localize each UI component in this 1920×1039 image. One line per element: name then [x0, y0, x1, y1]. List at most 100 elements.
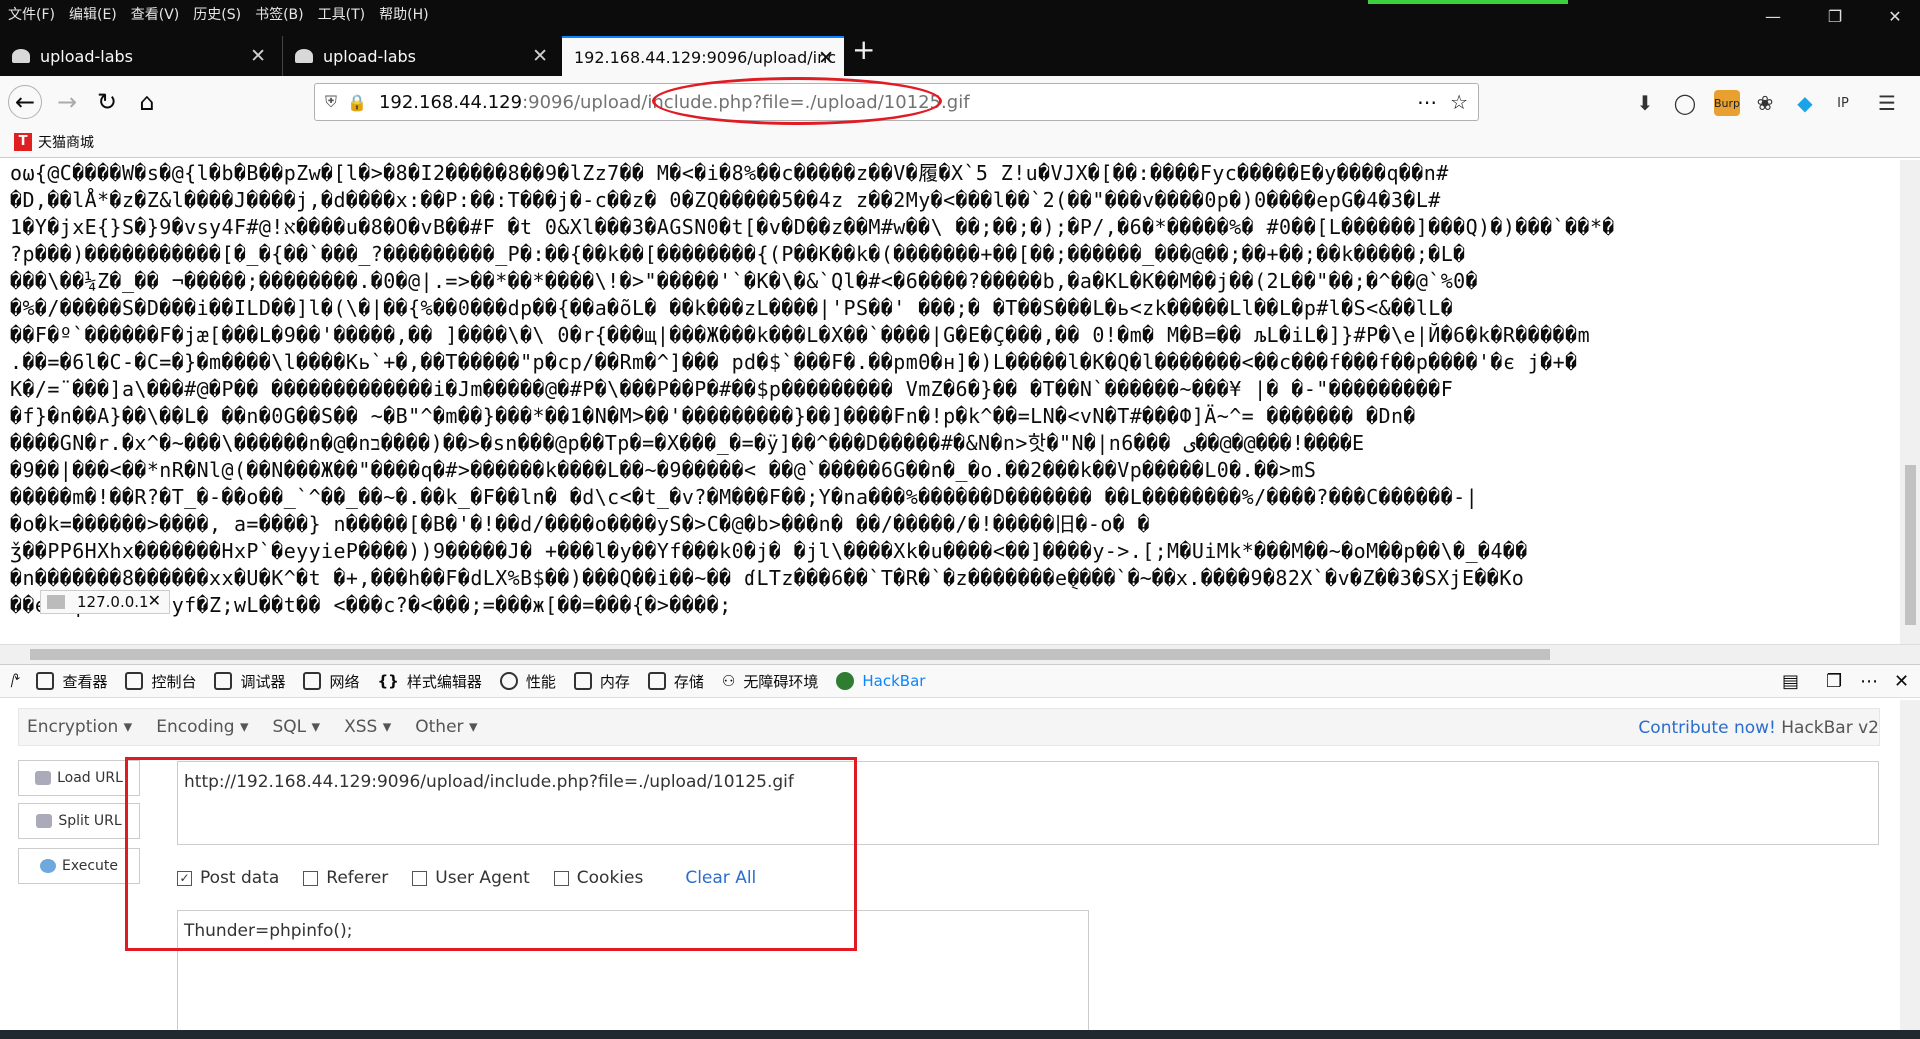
devtools-tab-hackbar[interactable]: HackBar	[836, 672, 925, 690]
hackbar-version: HackBar v2	[1775, 718, 1879, 738]
split-url-button[interactable]: Split URL	[18, 803, 140, 839]
encryption-menu[interactable]: Encryption ▾	[27, 717, 132, 737]
menu-help[interactable]: 帮助(H)	[379, 4, 428, 24]
content-line: ����GN�r.�x^�~���\������n�@�nב����)��>�s…	[10, 431, 1365, 455]
execute-button[interactable]: Execute	[18, 848, 140, 884]
tab-upload-labs-2[interactable]: upload-labs ✕	[282, 36, 558, 76]
devtools-tab-accessibility[interactable]: ⚇ 无障碍环境	[722, 671, 818, 692]
site-icon	[12, 49, 30, 63]
devtools-more-icon[interactable]: ⋯	[1860, 671, 1878, 692]
shield-icon[interactable]: ⛨	[325, 92, 337, 112]
load-url-icon	[35, 771, 52, 785]
page-actions-icon[interactable]: ⋯	[1417, 90, 1438, 114]
horizontal-scroll-thumb[interactable]	[30, 649, 1550, 660]
content-line: �%�/�����S�D���i��ILD��]l�(\�|��{%��0���…	[10, 296, 1454, 320]
memory-icon	[573, 672, 592, 690]
load-url-button[interactable]: Load URL	[18, 760, 140, 796]
devtools-tab-debugger[interactable]: 调试器	[214, 671, 285, 692]
bookmark-tmall[interactable]: 天猫商城	[38, 132, 94, 152]
page-content: oω{@C����W�s�@{l�b�B��pZw�[l�>�8�I2�����…	[0, 160, 1900, 644]
devtools-tab-memory[interactable]: 内存	[573, 671, 630, 692]
menu-edit[interactable]: 编辑(E)	[69, 4, 117, 24]
content-line: ���\��¼Z�_�� ¬�����;��������.�0�@|.=>��*…	[10, 269, 1479, 293]
menu-label: SQL	[272, 717, 307, 737]
hamburger-menu-icon[interactable]: ☰	[1874, 90, 1900, 116]
menu-view[interactable]: 查看(V)	[131, 4, 180, 24]
forward-icon[interactable]: →	[50, 85, 84, 119]
console-icon	[125, 672, 144, 690]
download-icon[interactable]: ⬇	[1632, 90, 1658, 116]
content-line: �D,��lÅ*�z�Z&l����J����j,�d����x:��P:��:…	[10, 188, 1441, 212]
split-url-icon	[36, 814, 53, 828]
tab-label: 存储	[673, 672, 704, 691]
burp-extension-icon[interactable]: Burp	[1714, 90, 1740, 116]
devtools-tab-network[interactable]: 网络	[303, 671, 360, 692]
devtools-toolbar: ⭚ 查看器 控制台 调试器 网络 {} 样式编辑器 性能 内存 存储 ⚇ 无障碍环境…	[0, 664, 1920, 698]
encoding-menu[interactable]: Encoding ▾	[156, 717, 248, 737]
extension-cube-icon[interactable]: ◆	[1792, 90, 1818, 116]
content-line: ?p���)�����������[�_�{��`���_?���������_…	[10, 242, 1466, 266]
content-line: K�/=¨���]a\���#@�P�� �������������i�Jm��…	[10, 377, 1454, 401]
new-tab-icon[interactable]: +	[852, 36, 875, 64]
content-line: .��=�6l�C-�C=�}�m����\l����Kь`+�,��T����…	[10, 350, 1578, 374]
devtools-tab-performance[interactable]: 性能	[499, 671, 556, 692]
devtools-tab-style-editor[interactable]: {} 样式编辑器	[378, 671, 482, 692]
contribute-text: Contribute now! HackBar v2	[1638, 718, 1879, 738]
accessibility-icon: ⚇	[721, 672, 736, 690]
menu-bookmarks[interactable]: 书签(B)	[255, 4, 304, 24]
close-tab-icon[interactable]: ✕	[818, 47, 834, 69]
ip-extension-icon[interactable]: IP	[1830, 90, 1856, 116]
button-label: Execute	[62, 858, 118, 874]
tmall-logo-icon: T	[14, 132, 32, 151]
status-tooltip: 127.0.0.1 ✕	[40, 590, 170, 614]
split-console-icon[interactable]: ❐	[1826, 671, 1842, 692]
tab-label: 调试器	[240, 672, 286, 691]
tooltip-close-icon[interactable]: ✕	[148, 591, 161, 610]
content-line: 1�Y�jxE{}S�}9�vsy4F#@!א����u�8�O�vB��#F …	[10, 215, 1615, 239]
dock-icon[interactable]: ▤	[1782, 671, 1799, 692]
monitor-icon	[47, 595, 65, 609]
reload-icon[interactable]: ↻	[90, 85, 124, 119]
inspector-pick-icon[interactable]: ⭚	[10, 671, 20, 692]
tab-upload-labs-1[interactable]: upload-labs ✕	[0, 36, 276, 76]
other-menu[interactable]: Other ▾	[415, 717, 477, 737]
bookmarks-bar: T 天猫商城	[0, 126, 1920, 158]
devtools-tab-storage[interactable]: 存储	[647, 671, 704, 692]
button-label: Split URL	[58, 813, 122, 829]
close-tab-icon[interactable]: ✕	[532, 45, 548, 67]
sync-icon[interactable]: ◯	[1672, 90, 1698, 116]
content-line: �9��|���<��*nR�Nl@(��N���Ж��"����q�#>���…	[10, 458, 1317, 482]
devtools-close-icon[interactable]: ✕	[1894, 671, 1909, 692]
vertical-scroll-thumb[interactable]	[1905, 465, 1916, 625]
tooltip-text: 127.0.0.1	[77, 593, 149, 611]
menu-tools[interactable]: 工具(T)	[318, 4, 365, 24]
extension-icon[interactable]: ❀	[1752, 90, 1778, 116]
menu-file[interactable]: 文件(F)	[8, 4, 55, 24]
tab-label: 样式编辑器	[406, 672, 482, 691]
button-label: Load URL	[57, 770, 123, 786]
tab-label: 网络	[329, 672, 360, 691]
devtools-tab-inspector[interactable]: 查看器	[36, 671, 107, 692]
sql-menu[interactable]: SQL ▾	[273, 717, 321, 737]
hackbar-scrollbar[interactable]	[1900, 700, 1920, 1030]
tab-active[interactable]: 192.168.44.129:9096/upload/inc ✕	[562, 36, 844, 76]
activity-strip	[1368, 0, 1568, 4]
taskbar-strip	[0, 1030, 1920, 1039]
content-line: �f}�n��A}��\��L� ��n�0G��S�� ~�B"^�m��}�…	[10, 404, 1416, 428]
contribute-link[interactable]: Contribute now!	[1638, 718, 1775, 738]
braces-icon: {}	[377, 672, 399, 690]
insecure-lock-icon[interactable]: 🔒	[347, 93, 367, 112]
back-icon[interactable]: ←	[8, 85, 42, 119]
home-icon[interactable]: ⌂	[130, 85, 164, 119]
bookmark-star-icon[interactable]: ☆	[1450, 90, 1468, 114]
tab-title: upload-labs	[323, 46, 417, 66]
xss-menu[interactable]: XSS ▾	[344, 717, 391, 737]
content-line: ǯ��PP6HXhx�������HxP`�eyyieP����))9�����…	[10, 539, 1528, 563]
close-tab-icon[interactable]: ✕	[250, 45, 266, 67]
content-line: �o�k=������>����, a=����} n�����[�B�'�!�…	[10, 512, 1151, 536]
execute-icon	[40, 859, 56, 873]
menu-history[interactable]: 历史(S)	[193, 4, 241, 24]
content-line: oω{@C����W�s�@{l�b�B��pZw�[l�>�8�I2�����…	[10, 161, 1449, 185]
tab-bar: upload-labs ✕ upload-labs ✕ 192.168.44.1…	[0, 28, 1920, 76]
devtools-tab-console[interactable]: 控制台	[125, 671, 196, 692]
